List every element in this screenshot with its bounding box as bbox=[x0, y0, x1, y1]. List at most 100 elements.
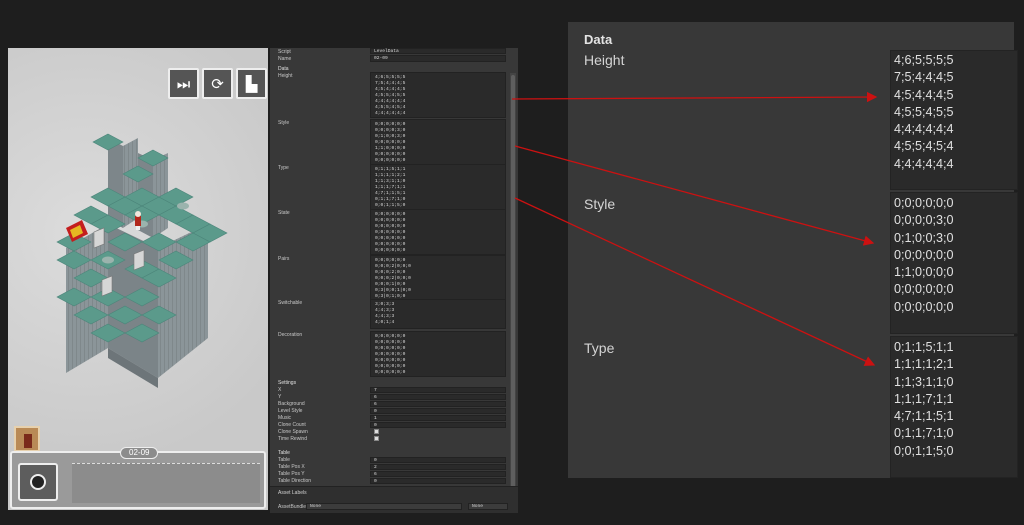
height-textarea[interactable]: 4;6;5;5;5;5 7;5;4;4;4;5 4;5;4;4;4;5 4;5;… bbox=[370, 72, 506, 118]
inspector-scrollbar-thumb[interactable] bbox=[511, 75, 515, 495]
zoom-value-line: 0;0;0;0;0;0 bbox=[894, 282, 954, 297]
name-field[interactable]: 02-09 bbox=[370, 55, 506, 62]
restart-icon: ⟳ bbox=[211, 74, 224, 93]
zoom-height-label: Height bbox=[584, 52, 625, 68]
setting-label: Clone Spawn bbox=[278, 429, 308, 435]
setting-field[interactable]: 0 bbox=[370, 408, 506, 414]
zoom-data-header: Data bbox=[584, 32, 613, 47]
script-field[interactable]: LevelData bbox=[370, 48, 506, 54]
zoom-value-line: 1;1;3;1;1;0 bbox=[894, 374, 954, 389]
height-text: 4;6;5;5;5;5 7;5;4;4;4;5 4;5;4;4;4;5 4;5;… bbox=[375, 75, 406, 116]
zoom-value-line: 0;1;1;7;1;0 bbox=[894, 426, 954, 441]
table-header: Table bbox=[278, 450, 290, 456]
zoom-value-line: 7;5;4;4;4;5 bbox=[894, 70, 954, 85]
pairs-text: 0;0;0;0;0;0 0;0;0;2|0;0;0 0;0;0;2;0;0 0;… bbox=[375, 258, 411, 299]
zoom-value-line: 0;0;1;1;5;0 bbox=[894, 443, 954, 458]
asset-footer: Asset Labels AssetBundle None None bbox=[270, 486, 518, 513]
data-header: Data bbox=[278, 66, 289, 72]
decoration-textarea[interactable]: 0;0;0;0;0;0 0;0;0;0;0;0 0;0;0;0;0;0 0;0;… bbox=[370, 331, 506, 377]
state-label: State bbox=[278, 210, 290, 216]
portrait-figure bbox=[24, 434, 32, 448]
pairs-textarea[interactable]: 0;0;0;0;0;0 0;0;0;2|0;0;0 0;0;0;2;0;0 0;… bbox=[370, 255, 506, 301]
setting-field[interactable]: 6 bbox=[370, 394, 506, 400]
setting-checkbox[interactable] bbox=[374, 436, 379, 441]
switchable-text: 3;0;3;3 4;4;3;3 4;4;3;3 4;0;1;4 bbox=[375, 302, 395, 325]
zoom-value-line: 4;5;5;4;5;4 bbox=[894, 139, 954, 154]
table-label: Table bbox=[278, 457, 290, 463]
setting-field[interactable]: 6 bbox=[370, 401, 506, 407]
switchable-textarea[interactable]: 3;0;3;3 4;4;3;3 4;4;3;3 4;0;1;4 bbox=[370, 299, 506, 329]
setting-field[interactable]: 1 bbox=[370, 415, 506, 421]
zoom-height-values: 4;6;5;5;5;5 7;5;4;4;4;5 4;5;4;4;4;5 4;5;5;4… bbox=[894, 52, 954, 173]
state-text: 0;0;0;0;0;0 0;0;0;0;0;0 0;0;0;0;0;0 0;0;… bbox=[375, 212, 406, 253]
inspector-panel: Script LevelData Name 02-09 Data Height … bbox=[270, 48, 518, 513]
zoom-value-line: 4;6;5;5;5;5 bbox=[894, 53, 954, 67]
game-view[interactable]: ⏭ ⟳ ▙ 02-09 bbox=[8, 48, 268, 510]
type-label: Type bbox=[278, 165, 289, 171]
zoom-value-line: 0;0;0;0;0;0 bbox=[894, 196, 954, 210]
stats-button[interactable]: ▙ bbox=[236, 68, 267, 99]
level-label: 02-09 bbox=[120, 447, 159, 459]
table-field[interactable]: 0 bbox=[370, 457, 506, 463]
asset-bundle-select[interactable]: None bbox=[306, 503, 462, 510]
zoom-value-line: 4;5;4;4;4;5 bbox=[894, 87, 954, 102]
character-portrait[interactable] bbox=[14, 426, 40, 452]
table-label: Table Pos X bbox=[278, 464, 305, 470]
style-label: Style bbox=[278, 120, 290, 126]
zoomed-data-panel: Data Height 4;6;5;5;5;5 7;5;4;4;4;5 4;5;4;… bbox=[568, 22, 1018, 478]
table-field[interactable]: 6 bbox=[370, 471, 506, 477]
zoom-value-line: 4;4;4;4;4;4 bbox=[894, 156, 954, 171]
zoom-type-values: 0;1;1;5;1;1 1;1;1;1;2;1 1;1;3;1;1;0 1;1;1;7… bbox=[894, 339, 954, 460]
asset-bundle-variant-value: None bbox=[472, 504, 484, 509]
zoom-value-line: 4;7;1;1;5;1 bbox=[894, 409, 954, 424]
setting-label: Y bbox=[278, 394, 282, 400]
table-field[interactable]: 2 bbox=[370, 464, 506, 470]
inspector-scrollbar[interactable] bbox=[510, 73, 516, 503]
name-value: 02-09 bbox=[374, 56, 388, 61]
table-value: 0 bbox=[374, 479, 377, 484]
setting-field[interactable]: 7 bbox=[370, 387, 506, 393]
setting-label: Background bbox=[278, 401, 305, 407]
asset-bundle-variant-select[interactable]: None bbox=[468, 503, 508, 510]
stats-icon: ▙ bbox=[245, 74, 258, 93]
decoration-label: Decoration bbox=[278, 332, 303, 338]
isometric-board bbox=[56, 133, 228, 388]
pairs-label: Pairs bbox=[278, 256, 290, 262]
skip-icon: ⏭ bbox=[176, 74, 191, 93]
style-text: 0;0;0;0;0;0 0;0;0;0;3;0 0;1;0;0;3;0 0;0;… bbox=[375, 122, 406, 163]
action-button[interactable] bbox=[18, 463, 58, 501]
table-field[interactable]: 0 bbox=[370, 478, 506, 484]
restart-button[interactable]: ⟳ bbox=[202, 68, 233, 99]
zoom-value-line: 4;5;5;4;5;5 bbox=[894, 104, 954, 119]
script-label: Script bbox=[278, 49, 291, 55]
zoom-value-line: 0;0;0;0;3;0 bbox=[894, 213, 954, 228]
type-textarea[interactable]: 0;1;1;5;1;1 1;1;1;1;2;1 1;1;3;1;1;0 1;1;… bbox=[370, 164, 506, 210]
name-label: Name bbox=[278, 56, 292, 62]
setting-label: Clone Count bbox=[278, 422, 306, 428]
decoration-text: 0;0;0;0;0;0 0;0;0;0;0;0 0;0;0;0;0;0 0;0;… bbox=[375, 334, 406, 375]
setting-label: Time Rewind bbox=[278, 436, 307, 442]
table-label: Table Direction bbox=[278, 478, 312, 484]
zoom-value-line: 0;1;0;0;3;0 bbox=[894, 230, 954, 245]
asset-bundle-label: AssetBundle bbox=[278, 504, 307, 510]
setting-label: X bbox=[278, 387, 282, 393]
switchable-label: Switchable bbox=[278, 300, 303, 306]
timeline-track[interactable] bbox=[72, 463, 260, 503]
zoom-value-line: 0;1;1;5;1;1 bbox=[894, 340, 954, 354]
setting-field[interactable]: 0 bbox=[370, 422, 506, 428]
zoom-style-label: Style bbox=[584, 196, 616, 212]
skip-button[interactable]: ⏭ bbox=[168, 68, 199, 99]
zoom-type-label: Type bbox=[584, 340, 615, 356]
zoom-value-line: 4;4;4;4;4;4 bbox=[894, 122, 954, 137]
zoom-value-line: 0;0;0;0;0;0 bbox=[894, 299, 954, 314]
screenshot-canvas: ⏭ ⟳ ▙ 02-09 Script LevelData Name 02-09 … bbox=[0, 0, 1024, 525]
action-icon bbox=[30, 474, 46, 490]
zoom-value-line: 1;1;1;1;2;1 bbox=[894, 357, 954, 372]
setting-checkbox[interactable] bbox=[374, 429, 379, 434]
zoom-value-line: 1;1;0;0;0;0 bbox=[894, 265, 954, 280]
state-textarea[interactable]: 0;0;0;0;0;0 0;0;0;0;0;0 0;0;0;0;0;0 0;0;… bbox=[370, 209, 506, 255]
style-textarea[interactable]: 0;0;0;0;0;0 0;0;0;0;3;0 0;1;0;0;3;0 0;0;… bbox=[370, 119, 506, 165]
setting-label: Music bbox=[278, 415, 292, 421]
bottom-toolbar: 02-09 bbox=[10, 447, 266, 509]
zoom-style-values: 0;0;0;0;0;0 0;0;0;0;3;0 0;1;0;0;3;0 0;0;0;0… bbox=[894, 195, 954, 316]
